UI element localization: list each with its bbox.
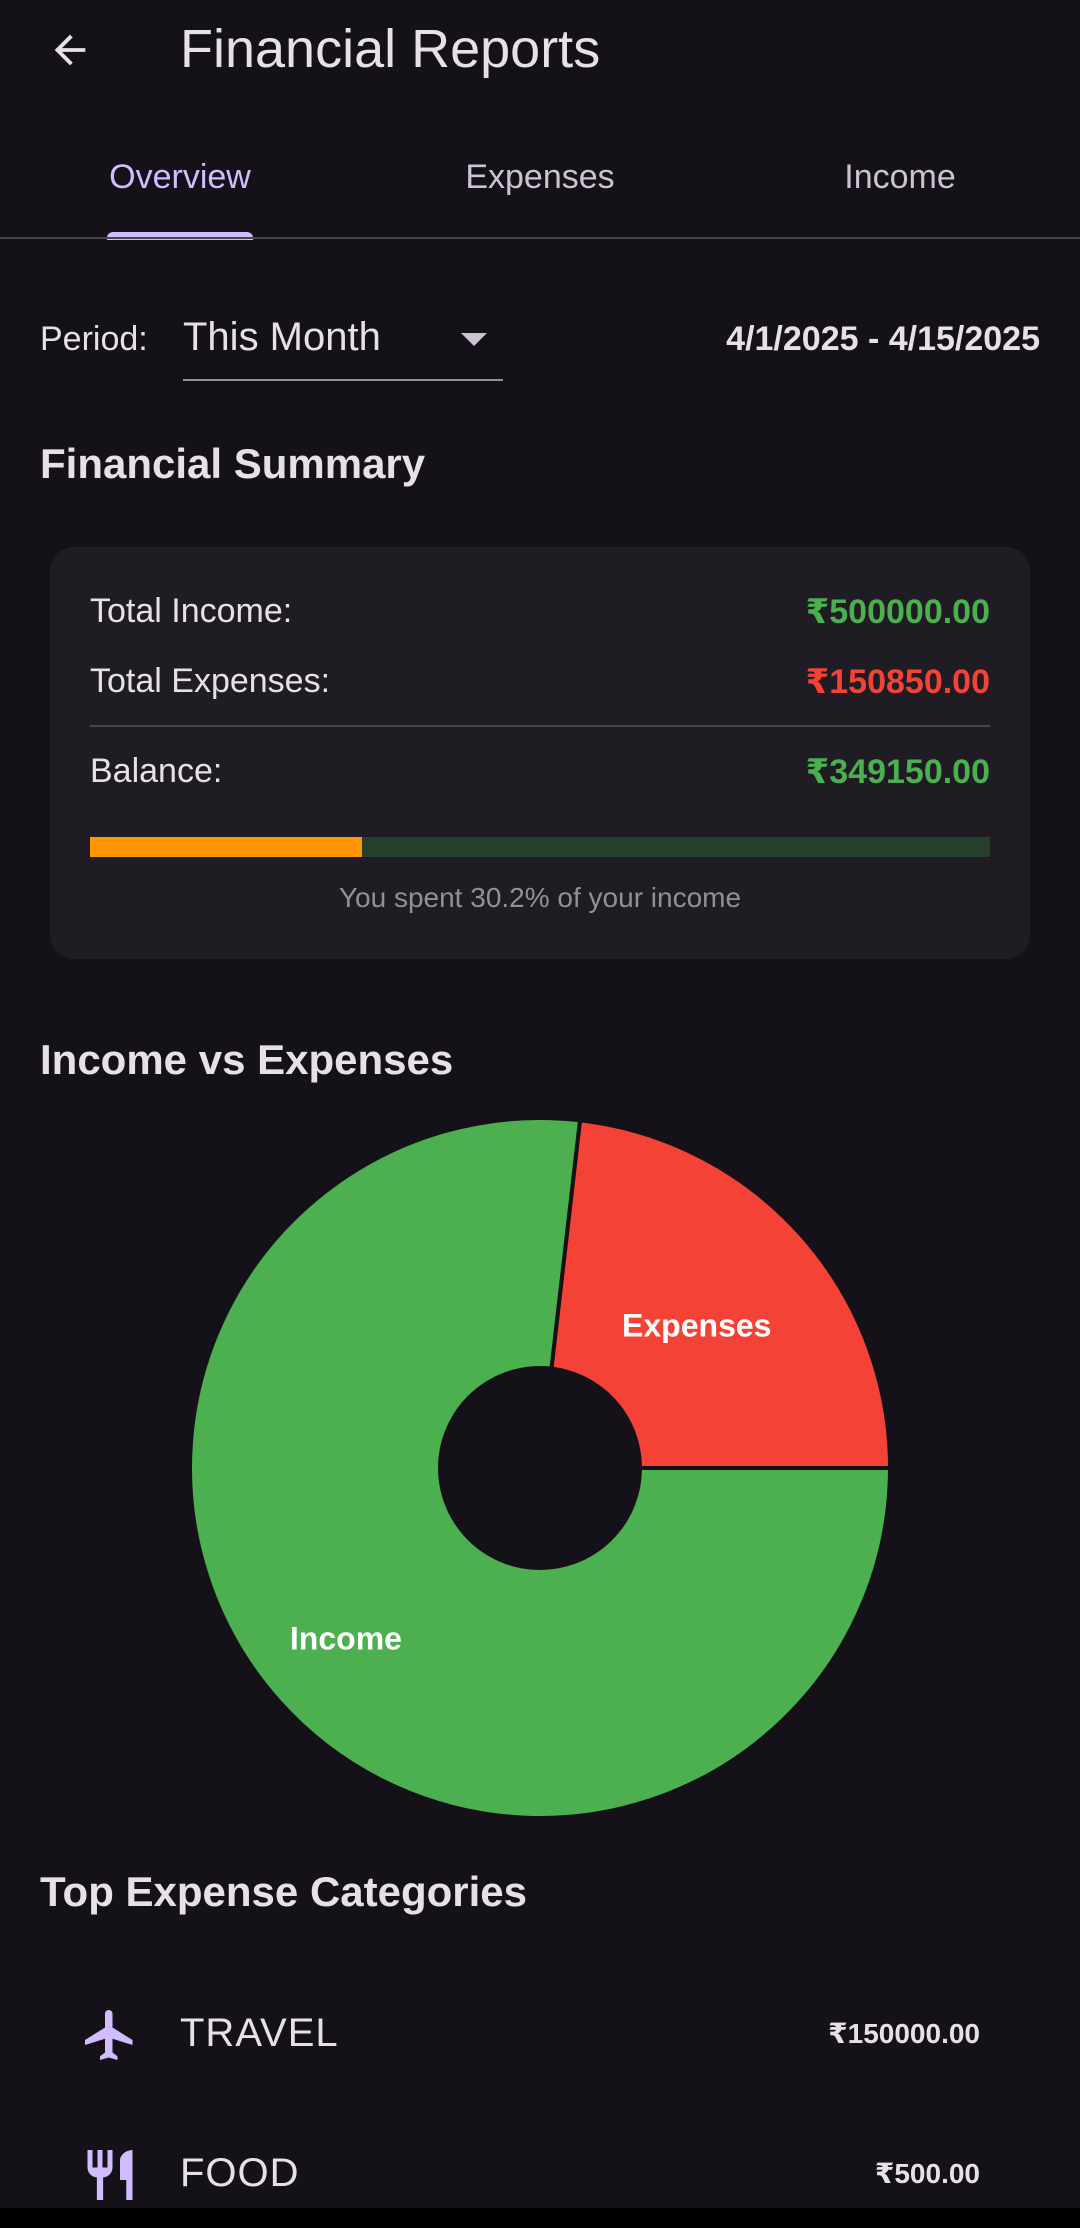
balance-label: Balance: bbox=[90, 752, 223, 790]
period-selected-value: This Month bbox=[183, 315, 381, 359]
period-label: Period: bbox=[40, 320, 148, 358]
spending-progress-fill bbox=[90, 837, 362, 857]
back-button[interactable] bbox=[34, 14, 106, 86]
total-income-label: Total Income: bbox=[90, 592, 293, 630]
category-amount: ₹150000.00 bbox=[828, 2018, 980, 2049]
summary-divider bbox=[90, 725, 990, 727]
restaurant-icon bbox=[87, 2150, 133, 2200]
period-dropdown[interactable]: This Month bbox=[183, 305, 503, 381]
date-range: 4/1/2025 - 4/15/2025 bbox=[726, 320, 1040, 358]
pie-label-income: Income bbox=[290, 1620, 402, 1656]
category-amount: ₹500.00 bbox=[874, 2158, 980, 2189]
system-nav-strip bbox=[0, 2208, 1080, 2228]
tab-income[interactable]: Income bbox=[720, 130, 1080, 240]
app-bar: Financial Reports bbox=[0, 0, 1080, 110]
balance-value: ₹349150.00 bbox=[805, 753, 990, 791]
dropdown-arrow-icon bbox=[461, 333, 487, 346]
total-expenses-label: Total Expenses: bbox=[90, 662, 331, 700]
airplane-icon bbox=[85, 2010, 133, 2060]
pie-label-expenses: Expenses bbox=[622, 1308, 771, 1344]
page-title: Financial Reports bbox=[180, 19, 601, 79]
category-row-travel[interactable]: TRAVEL ₹150000.00 bbox=[0, 1975, 1080, 2095]
tab-expenses[interactable]: Expenses bbox=[360, 130, 720, 240]
donut-chart: Expenses Income bbox=[188, 1116, 893, 1820]
total-expenses-value: ₹150850.00 bbox=[805, 663, 990, 701]
arrow-left-icon bbox=[54, 34, 86, 66]
chart-title: Income vs Expenses bbox=[40, 1036, 454, 1083]
spending-caption: You spent 30.2% of your income bbox=[338, 882, 742, 913]
spending-progress-bar bbox=[90, 837, 990, 857]
summary-card: Total Income: ₹500000.00 Total Expenses:… bbox=[50, 547, 1030, 959]
categories-title: Top Expense Categories bbox=[40, 1868, 528, 1915]
income-expenses-chart: Expenses Income bbox=[0, 1100, 1080, 1840]
category-name: FOOD bbox=[180, 2151, 300, 2195]
total-income-value: ₹500000.00 bbox=[805, 593, 990, 631]
pie-slice-expenses bbox=[549, 1118, 893, 1470]
summary-title: Financial Summary bbox=[40, 440, 426, 487]
tab-bar: Overview Expenses Income bbox=[0, 130, 1080, 240]
tab-overview[interactable]: Overview bbox=[0, 130, 360, 240]
category-name: TRAVEL bbox=[180, 2011, 339, 2055]
tabs-divider bbox=[0, 237, 1080, 239]
